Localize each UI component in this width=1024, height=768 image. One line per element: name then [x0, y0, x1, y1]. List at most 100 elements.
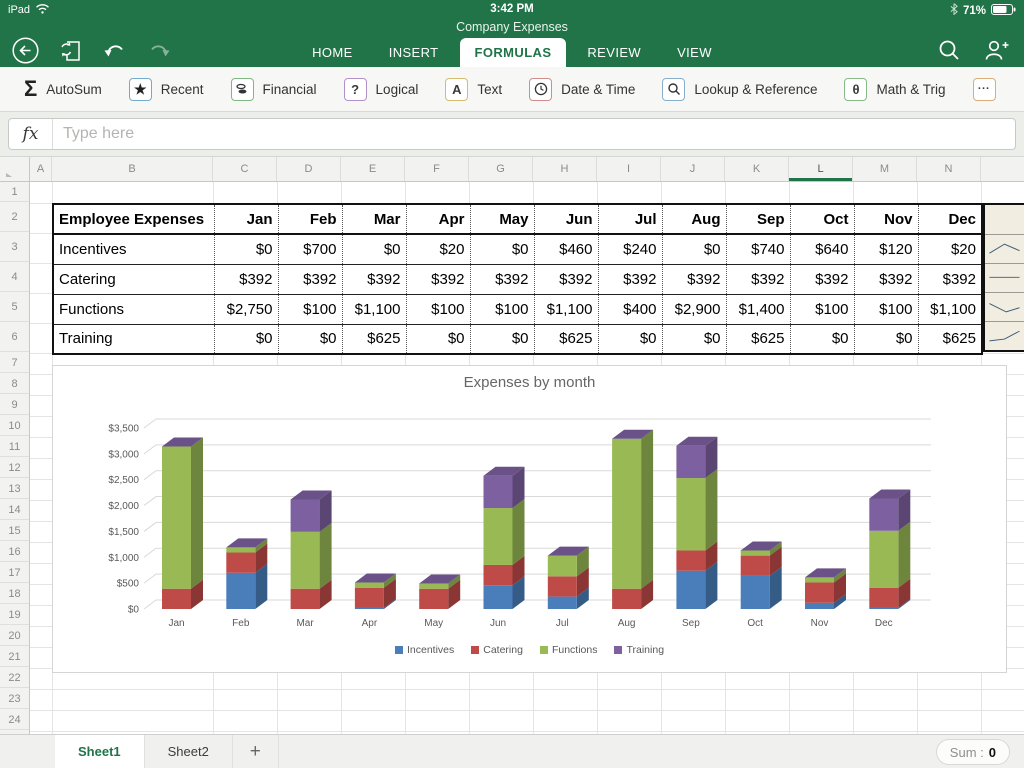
table-cell[interactable]: $100 [790, 294, 854, 324]
table-cell[interactable]: $0 [470, 324, 534, 354]
table-cell[interactable]: $0 [598, 324, 662, 354]
table-cell[interactable]: $740 [726, 234, 790, 264]
incentives-sparkline[interactable] [985, 234, 1024, 263]
table-cell[interactable]: $0 [406, 324, 470, 354]
column-header-j[interactable]: J [661, 157, 725, 181]
table-cell[interactable]: $640 [790, 234, 854, 264]
table-cell[interactable]: $392 [534, 264, 598, 294]
add-sheet-button[interactable]: + [233, 735, 279, 768]
expenses-chart[interactable]: $0$500$1,000$1,500$2,000$2,500$3,000$3,5… [52, 365, 1007, 673]
row-header-6[interactable]: 6 [0, 323, 29, 352]
row-header-24[interactable]: 24 [0, 710, 29, 730]
recent-button[interactable]: ★Recent [129, 78, 204, 101]
column-header-c[interactable]: C [213, 157, 277, 181]
table-cell[interactable]: $392 [406, 264, 470, 294]
tab-home[interactable]: HOME [297, 38, 368, 67]
table-cell[interactable]: $100 [406, 294, 470, 324]
table-cell[interactable]: $392 [470, 264, 534, 294]
table-cell[interactable]: $1,100 [342, 294, 406, 324]
table-cell[interactable]: $0 [214, 234, 278, 264]
date-time-button[interactable]: Date & Time [529, 78, 635, 101]
table-header-cell[interactable]: Apr [406, 204, 470, 234]
table-cell[interactable]: $120 [854, 234, 918, 264]
row-header-4[interactable]: 4 [0, 263, 29, 292]
row-header-13[interactable]: 13 [0, 479, 29, 499]
row-header-5[interactable]: 5 [0, 293, 29, 322]
column-header-n[interactable]: N [917, 157, 981, 181]
row-header-1[interactable]: 1 [0, 182, 29, 202]
row-header-22[interactable]: 22 [0, 668, 29, 688]
table-cell[interactable]: $0 [662, 324, 726, 354]
table-cell[interactable]: $460 [534, 234, 598, 264]
table-cell[interactable]: $20 [406, 234, 470, 264]
table-cell[interactable]: $700 [278, 234, 342, 264]
table-cell[interactable]: $392 [214, 264, 278, 294]
column-header-i[interactable]: I [597, 157, 661, 181]
row-header-3[interactable]: 3 [0, 233, 29, 262]
row-header-19[interactable]: 19 [0, 605, 29, 625]
formula-input[interactable] [53, 125, 1015, 143]
table-cell[interactable]: $392 [790, 264, 854, 294]
row-header-7[interactable]: 7 [0, 353, 29, 373]
table-cell[interactable]: $625 [534, 324, 598, 354]
table-cell[interactable]: $1,100 [918, 294, 982, 324]
row-header-10[interactable]: 10 [0, 416, 29, 436]
row-header-20[interactable]: 20 [0, 626, 29, 646]
table-cell[interactable]: $0 [342, 234, 406, 264]
column-header-b[interactable]: B [52, 157, 213, 181]
row-header-16[interactable]: 16 [0, 542, 29, 562]
table-cell[interactable]: $240 [598, 234, 662, 264]
column-header-m[interactable]: M [853, 157, 917, 181]
table-cell[interactable]: $392 [726, 264, 790, 294]
table-cell[interactable]: Training [53, 324, 214, 354]
tab-insert[interactable]: INSERT [374, 38, 454, 67]
functions-sparkline[interactable] [985, 292, 1024, 321]
autosum-button[interactable]: ΣAutoSum [24, 76, 102, 102]
row-header-14[interactable]: 14 [0, 500, 29, 520]
column-header-h[interactable]: H [533, 157, 597, 181]
math-trig-button[interactable]: θMath & Trig [844, 78, 945, 101]
logical-button[interactable]: ?Logical [344, 78, 419, 101]
sparkline-header-cell[interactable] [985, 205, 1024, 234]
table-header-cell[interactable]: Sep [726, 204, 790, 234]
table-header-cell[interactable]: Employee Expenses [53, 204, 214, 234]
table-cell[interactable]: $1,400 [726, 294, 790, 324]
financial-button[interactable]: Financial [231, 78, 317, 101]
column-header-l[interactable]: L [789, 157, 853, 181]
table-header-cell[interactable]: Jul [598, 204, 662, 234]
text-button[interactable]: AText [445, 78, 502, 101]
row-header-8[interactable]: 8 [0, 374, 29, 394]
table-header-cell[interactable]: Aug [662, 204, 726, 234]
more-functions-button[interactable]: ... [973, 78, 996, 101]
table-cell[interactable]: $0 [214, 324, 278, 354]
table-header-cell[interactable]: Oct [790, 204, 854, 234]
table-header-cell[interactable]: Jan [214, 204, 278, 234]
sheet-tab-sheet1[interactable]: Sheet1 [55, 735, 145, 768]
table-cell[interactable]: $400 [598, 294, 662, 324]
table-cell[interactable]: $100 [470, 294, 534, 324]
table-header-cell[interactable]: May [470, 204, 534, 234]
table-header-cell[interactable]: Jun [534, 204, 598, 234]
spreadsheet-grid[interactable]: 1234567891011121314151617181920212223242… [0, 182, 1024, 734]
table-cell[interactable]: $0 [854, 324, 918, 354]
column-header-d[interactable]: D [277, 157, 341, 181]
tab-formulas[interactable]: FORMULAS [460, 38, 567, 67]
table-header-cell[interactable]: Nov [854, 204, 918, 234]
lookup-reference-button[interactable]: Lookup & Reference [662, 78, 817, 101]
table-cell[interactable]: $392 [598, 264, 662, 294]
tab-view[interactable]: VIEW [662, 38, 727, 67]
row-header-17[interactable]: 17 [0, 563, 29, 583]
table-header-cell[interactable]: Feb [278, 204, 342, 234]
row-header-12[interactable]: 12 [0, 458, 29, 478]
table-cell[interactable]: $0 [662, 234, 726, 264]
table-header-cell[interactable]: Mar [342, 204, 406, 234]
column-header-g[interactable]: G [469, 157, 533, 181]
table-cell[interactable]: $0 [278, 324, 342, 354]
column-header-k[interactable]: K [725, 157, 789, 181]
table-cell[interactable]: $2,750 [214, 294, 278, 324]
sheet-tab-sheet2[interactable]: Sheet2 [145, 735, 233, 768]
table-cell[interactable]: $392 [854, 264, 918, 294]
table-cell[interactable]: $20 [918, 234, 982, 264]
table-cell[interactable]: $100 [278, 294, 342, 324]
table-cell[interactable]: $625 [726, 324, 790, 354]
